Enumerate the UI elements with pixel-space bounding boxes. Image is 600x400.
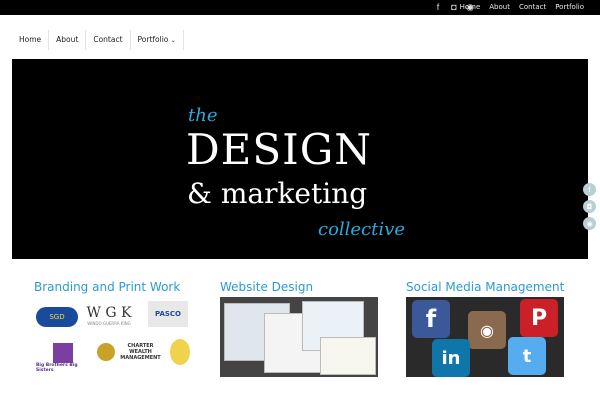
instagram-icon[interactable]: ◘ bbox=[583, 200, 596, 213]
branding-thumbnail[interactable]: SGD W G K WINDO GUERRA KING PASCO Big Br… bbox=[34, 297, 192, 377]
hero-line-design: DESIGN bbox=[186, 125, 372, 174]
charter-logo: CHARTER WEALTH MANAGEMENT bbox=[94, 337, 166, 367]
nav-contact[interactable]: Contact bbox=[85, 30, 129, 50]
rss-icon[interactable]: ◉ bbox=[583, 217, 596, 230]
twitter-icon: t bbox=[508, 337, 546, 375]
facebook-icon[interactable]: f bbox=[433, 2, 443, 12]
chevron-down-icon: ⌄ bbox=[170, 37, 176, 44]
nav-home[interactable]: Home bbox=[12, 30, 48, 50]
instagram-icon[interactable]: ◘ bbox=[449, 2, 459, 12]
seal-logo bbox=[170, 339, 190, 365]
hero-line-collective: collective bbox=[318, 219, 405, 240]
medallion-icon bbox=[96, 343, 115, 361]
social-media-thumbnail[interactable]: f ◉ P in t bbox=[406, 297, 564, 377]
nav-about[interactable]: About bbox=[48, 30, 85, 50]
top-link-about[interactable]: About bbox=[489, 3, 510, 11]
website-title[interactable]: Website Design bbox=[220, 280, 313, 294]
social-title[interactable]: Social Media Management bbox=[406, 280, 564, 294]
instagram-icon: ◉ bbox=[468, 311, 506, 349]
top-link-home[interactable]: Home bbox=[460, 3, 481, 11]
wgk-logo: W G K WINDO GUERRA KING bbox=[86, 304, 132, 326]
top-bar: f ◘ ◉ Home About Contact Portfolio bbox=[0, 0, 600, 15]
pinterest-icon: P bbox=[520, 299, 558, 337]
nav-portfolio[interactable]: Portfolio ⌄ bbox=[129, 30, 184, 50]
bbbs-figure-icon bbox=[53, 343, 73, 363]
website-mockup-4 bbox=[320, 337, 376, 375]
top-link-portfolio[interactable]: Portfolio bbox=[555, 3, 584, 11]
facebook-icon[interactable]: f bbox=[583, 183, 596, 196]
nav-portfolio-label: Portfolio bbox=[137, 35, 169, 44]
facebook-icon: f bbox=[412, 300, 450, 338]
main-nav: Home About Contact Portfolio ⌄ bbox=[12, 30, 184, 50]
pasco-logo: PASCO bbox=[148, 301, 188, 327]
website-thumbnail[interactable] bbox=[220, 297, 378, 377]
branding-title[interactable]: Branding and Print Work bbox=[34, 280, 180, 294]
hero-line-marketing: & marketing bbox=[187, 177, 368, 210]
top-link-contact[interactable]: Contact bbox=[519, 3, 546, 11]
hero-banner: the DESIGN & marketing collective bbox=[12, 59, 588, 259]
top-links: Home About Contact Portfolio bbox=[460, 3, 584, 11]
linkedin-icon: in bbox=[432, 339, 470, 377]
side-social-icons: f ◘ ◉ bbox=[583, 183, 596, 230]
sgd-logo: SGD bbox=[36, 307, 78, 327]
bbbs-logo: Big Brothers Big Sisters bbox=[36, 339, 90, 377]
hero-line-the: the bbox=[188, 105, 218, 126]
